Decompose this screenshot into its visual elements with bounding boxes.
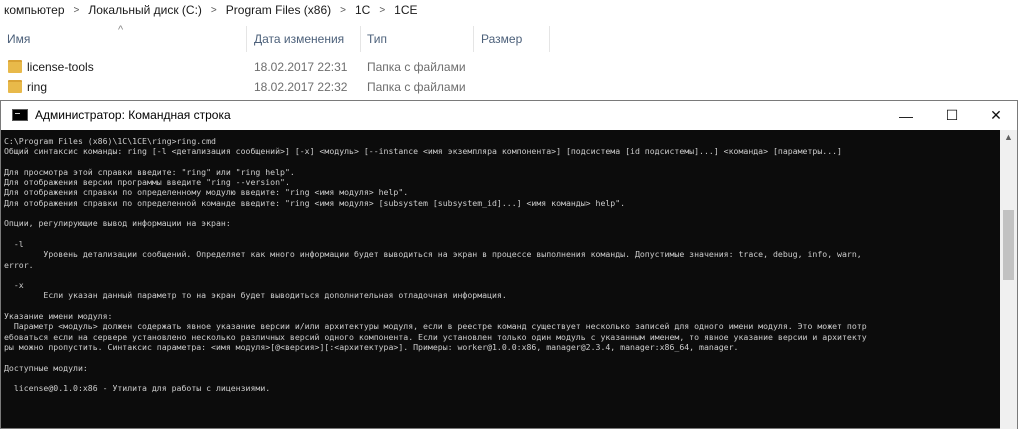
console-output[interactable]: C:\Program Files (x86)\1C\1CE\ring>ring.… bbox=[1, 130, 1000, 429]
console-line: Указание имени модуля: bbox=[4, 311, 113, 322]
console-line: ебоваться если на сервере установлено не… bbox=[4, 331, 867, 342]
chevron-right-icon[interactable]: > bbox=[340, 5, 346, 16]
scroll-thumb[interactable] bbox=[1003, 210, 1014, 280]
column-divider[interactable] bbox=[473, 26, 474, 52]
console-line: Для отображения версии программы введите… bbox=[4, 177, 290, 188]
maximize-button[interactable]: ☐ bbox=[929, 101, 975, 130]
column-header-type[interactable]: Тип bbox=[367, 28, 387, 50]
column-divider[interactable] bbox=[246, 26, 247, 52]
console-line: C:\Program Files (x86)\1C\1CE\ring>ring.… bbox=[4, 136, 216, 146]
file-name: ring bbox=[27, 80, 48, 94]
breadcrumb: компьютер > Локальный диск (C:) > Progra… bbox=[0, 0, 1024, 20]
column-divider[interactable] bbox=[549, 26, 550, 52]
console-line: Уровень детализации сообщений. Определяе… bbox=[4, 249, 862, 260]
console-line: Доступные модули: bbox=[4, 362, 88, 373]
breadcrumb-item-computer[interactable]: компьютер bbox=[4, 3, 65, 17]
console-line: Для отображения справки по определенному… bbox=[4, 187, 409, 198]
chevron-right-icon[interactable]: > bbox=[74, 5, 80, 16]
column-header-name[interactable]: Имя bbox=[7, 28, 30, 50]
close-button[interactable]: ✕ bbox=[973, 101, 1019, 130]
chevron-right-icon[interactable]: > bbox=[211, 5, 217, 16]
file-row[interactable]: ring 18.02.2017 22:32 Папка с файлами bbox=[0, 77, 1024, 97]
column-header-date[interactable]: Дата изменения bbox=[254, 28, 344, 50]
command-prompt-window[interactable]: Администратор: Командная строка — ☐ ✕ C:… bbox=[0, 100, 1018, 429]
chevron-right-icon[interactable]: > bbox=[379, 5, 385, 16]
breadcrumb-item-1c[interactable]: 1C bbox=[355, 3, 370, 17]
sort-caret-icon: ^ bbox=[118, 24, 124, 36]
console-line: Параметр <модуль> должен содержать явное… bbox=[4, 321, 867, 332]
folder-icon bbox=[8, 60, 22, 73]
console-line: error. bbox=[4, 259, 34, 270]
scroll-up-icon[interactable]: ▲ bbox=[1004, 132, 1013, 142]
file-type: Папка с файлами bbox=[367, 80, 466, 94]
breadcrumb-item-local-disk[interactable]: Локальный диск (C:) bbox=[88, 3, 202, 17]
column-divider[interactable] bbox=[360, 26, 361, 52]
console-line: ры можно пропустить. Синтаксис параметра… bbox=[4, 341, 739, 352]
console-icon bbox=[12, 109, 28, 121]
console-line: -x bbox=[4, 280, 24, 291]
folder-icon bbox=[8, 80, 22, 93]
breadcrumb-item-program-files[interactable]: Program Files (x86) bbox=[226, 3, 331, 17]
breadcrumb-item-1ce[interactable]: 1CE bbox=[394, 3, 417, 17]
vertical-scrollbar[interactable]: ▲ bbox=[1000, 130, 1017, 429]
console-line: Если указан данный параметр то на экран … bbox=[4, 290, 507, 301]
console-line: -l bbox=[4, 238, 24, 249]
column-header-size[interactable]: Размер bbox=[481, 28, 522, 50]
minimize-button[interactable]: — bbox=[883, 101, 929, 130]
file-date: 18.02.2017 22:32 bbox=[254, 80, 348, 94]
window-title: Администратор: Командная строка bbox=[35, 108, 231, 122]
console-line: Для просмотра этой справки введите: "rin… bbox=[4, 166, 295, 177]
file-date: 18.02.2017 22:31 bbox=[254, 60, 348, 74]
file-row[interactable]: license-tools 18.02.2017 22:31 Папка с ф… bbox=[0, 57, 1024, 77]
file-type: Папка с файлами bbox=[367, 60, 466, 74]
console-line: Опции, регулирующие вывод информации на … bbox=[4, 218, 231, 229]
title-bar[interactable]: Администратор: Командная строка — ☐ ✕ bbox=[1, 101, 1017, 130]
file-name: license-tools bbox=[27, 60, 94, 74]
console-line: Общий синтаксис команды: ring [-l <детал… bbox=[4, 146, 842, 157]
console-line: license@0.1.0:x86 - Утилита для работы с… bbox=[4, 383, 271, 394]
console-line: Для отображения справки по определенной … bbox=[4, 197, 626, 208]
